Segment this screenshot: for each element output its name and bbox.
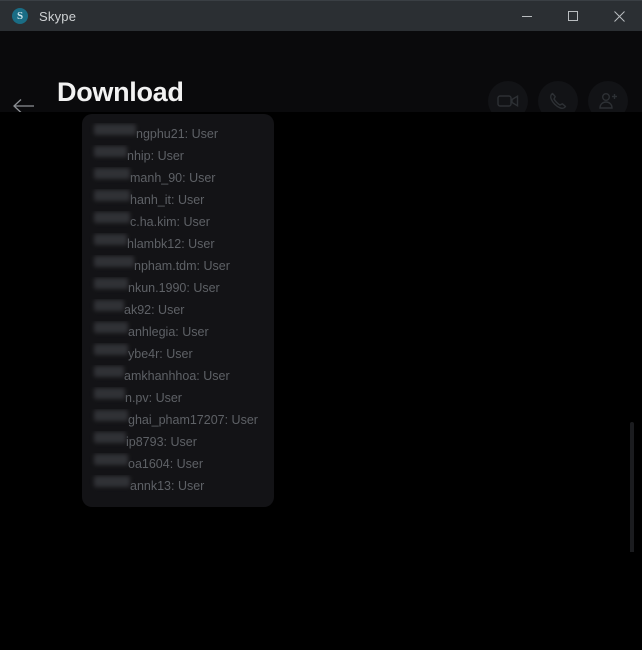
masked-username <box>94 256 134 267</box>
masked-username <box>94 454 128 465</box>
message-text: annk13: User <box>130 479 205 493</box>
masked-username <box>94 388 125 399</box>
message-line: anhlegia: User <box>82 321 274 343</box>
masked-username <box>94 124 136 135</box>
page-title: Download <box>57 77 184 107</box>
message-text: npham.tdm: User <box>134 259 230 273</box>
skype-logo-icon: S <box>12 8 28 24</box>
message-composer: /setrole mychip2110 MASTER Download.com.… <box>0 552 642 650</box>
message-line: annk13: User <box>82 475 274 497</box>
message-line: n.pv: User <box>82 387 274 409</box>
message-text: ghai_pham17207: User <box>128 413 258 427</box>
close-button[interactable] <box>596 1 642 32</box>
message-text: hlambk12: User <box>127 237 215 251</box>
message-line: ak92: User <box>82 299 274 321</box>
skype-logo-letter: S <box>16 9 24 22</box>
masked-username <box>94 344 128 355</box>
message-scrollbar[interactable] <box>630 422 634 552</box>
masked-username <box>94 432 126 443</box>
masked-username <box>94 234 127 245</box>
message-line: c.ha.kim: User <box>82 211 274 233</box>
message-list[interactable]: ngphu21: User nhip: User manh_90: User h… <box>0 112 642 552</box>
maximize-button[interactable] <box>550 1 596 32</box>
masked-username <box>94 300 124 311</box>
message-text: ip8793: User <box>126 435 197 449</box>
masked-username <box>94 212 130 223</box>
masked-username <box>94 190 130 201</box>
message-text: oa1604: User <box>128 457 204 471</box>
message-line: ip8793: User <box>82 431 274 453</box>
masked-username <box>94 168 130 179</box>
message-line: ybe4r: User <box>82 343 274 365</box>
message-line: amkhanhhoa: User <box>82 365 274 387</box>
message-text: nkun.1990: User <box>128 281 220 295</box>
message-bubble: ngphu21: User nhip: User manh_90: User h… <box>82 114 274 507</box>
message-line: oa1604: User <box>82 453 274 475</box>
message-line: ghai_pham17207: User <box>82 409 274 431</box>
window-title: Skype <box>39 8 77 24</box>
message-text: ybe4r: User <box>128 347 193 361</box>
message-text: ak92: User <box>124 303 185 317</box>
message-line: ngphu21: User <box>82 123 274 145</box>
window-titlebar: S Skype <box>0 0 642 31</box>
message-text: ngphu21: User <box>136 127 219 141</box>
message-text: manh_90: User <box>130 171 216 185</box>
masked-username <box>94 476 130 487</box>
masked-username <box>94 146 127 157</box>
message-line: manh_90: User <box>82 167 274 189</box>
masked-username <box>94 278 128 289</box>
message-text: n.pv: User <box>125 391 182 405</box>
message-line: nhip: User <box>82 145 274 167</box>
message-text: nhip: User <box>127 149 184 163</box>
message-text: amkhanhhoa: User <box>124 369 230 383</box>
message-line: npham.tdm: User <box>82 255 274 277</box>
message-text: c.ha.kim: User <box>130 215 210 229</box>
skype-window: S Skype Download 28 participants | <box>0 0 642 650</box>
message-text: hanh_it: User <box>130 193 205 207</box>
masked-username <box>94 410 128 421</box>
message-text: anhlegia: User <box>128 325 209 339</box>
masked-username <box>94 322 128 333</box>
masked-username <box>94 366 124 377</box>
chat-header: Download 28 participants | Gallery | <box>0 31 642 126</box>
message-line: nkun.1990: User <box>82 277 274 299</box>
message-line: hlambk12: User <box>82 233 274 255</box>
message-line: hanh_it: User <box>82 189 274 211</box>
minimize-button[interactable] <box>504 1 550 32</box>
